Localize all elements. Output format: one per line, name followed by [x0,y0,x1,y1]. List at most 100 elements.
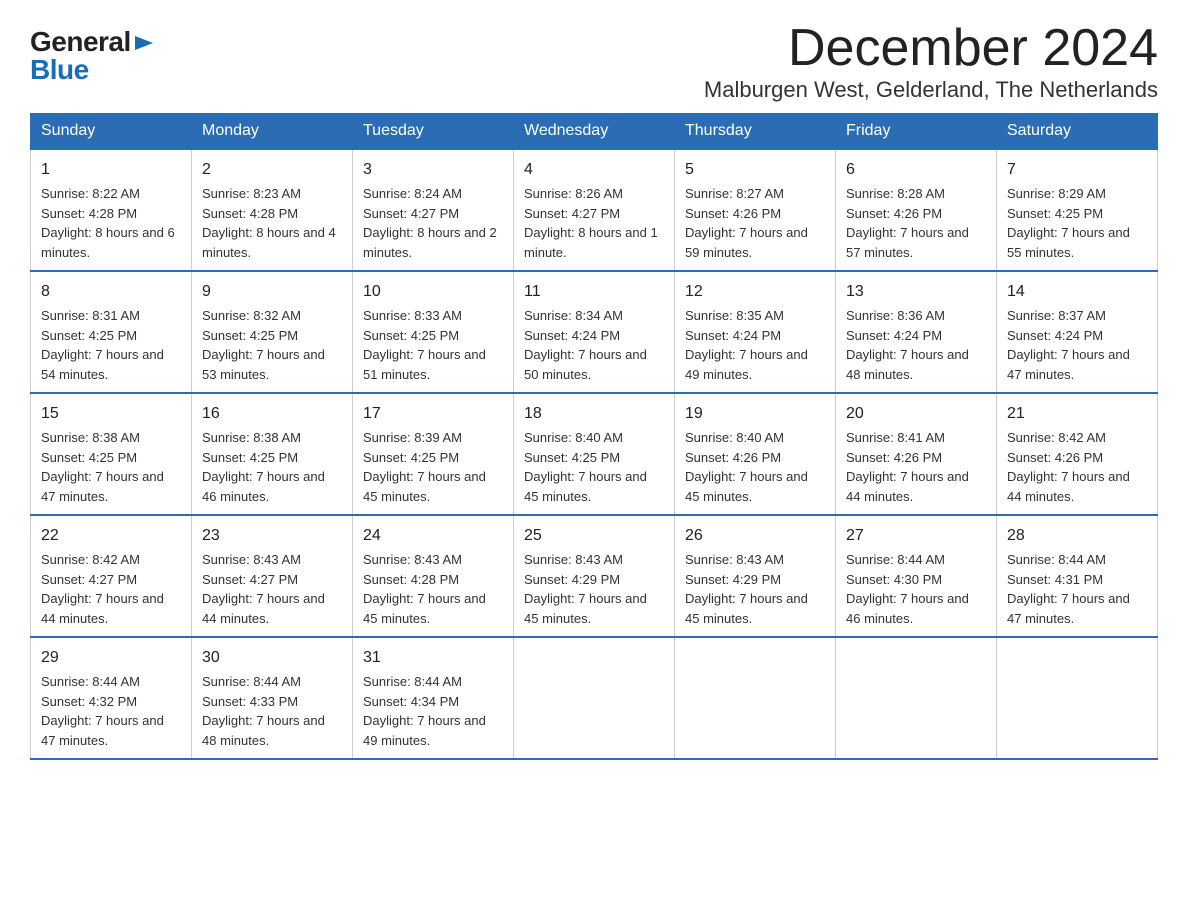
sunrise-label: Sunrise: 8:44 AM [41,674,140,689]
calendar-cell: 18 Sunrise: 8:40 AM Sunset: 4:25 PM Dayl… [514,393,675,515]
calendar-cell: 25 Sunrise: 8:43 AM Sunset: 4:29 PM Dayl… [514,515,675,637]
daylight-label: Daylight: 7 hours and 44 minutes. [1007,469,1130,504]
day-number: 20 [846,402,986,426]
sunset-label: Sunset: 4:27 PM [202,572,298,587]
daylight-label: Daylight: 7 hours and 51 minutes. [363,347,486,382]
week-row-2: 8 Sunrise: 8:31 AM Sunset: 4:25 PM Dayli… [31,271,1158,393]
sunset-label: Sunset: 4:25 PM [41,450,137,465]
sunrise-label: Sunrise: 8:42 AM [1007,430,1106,445]
day-number: 14 [1007,280,1147,304]
sunrise-label: Sunrise: 8:44 AM [1007,552,1106,567]
sunrise-label: Sunrise: 8:38 AM [41,430,140,445]
week-row-1: 1 Sunrise: 8:22 AM Sunset: 4:28 PM Dayli… [31,149,1158,271]
daylight-label: Daylight: 7 hours and 44 minutes. [41,591,164,626]
day-number: 7 [1007,158,1147,182]
sunset-label: Sunset: 4:25 PM [202,450,298,465]
sunset-label: Sunset: 4:24 PM [524,328,620,343]
sunrise-label: Sunrise: 8:44 AM [363,674,462,689]
daylight-label: Daylight: 7 hours and 47 minutes. [1007,347,1130,382]
sunset-label: Sunset: 4:31 PM [1007,572,1103,587]
calendar-cell [675,637,836,759]
daylight-label: Daylight: 7 hours and 45 minutes. [524,591,647,626]
header-wednesday: Wednesday [514,114,675,150]
day-number: 26 [685,524,825,548]
day-number: 12 [685,280,825,304]
daylight-label: Daylight: 7 hours and 50 minutes. [524,347,647,382]
calendar-cell: 8 Sunrise: 8:31 AM Sunset: 4:25 PM Dayli… [31,271,192,393]
sunrise-label: Sunrise: 8:44 AM [846,552,945,567]
daylight-label: Daylight: 7 hours and 57 minutes. [846,225,969,260]
calendar-cell: 15 Sunrise: 8:38 AM Sunset: 4:25 PM Dayl… [31,393,192,515]
sunset-label: Sunset: 4:29 PM [524,572,620,587]
sunset-label: Sunset: 4:25 PM [1007,206,1103,221]
header-sunday: Sunday [31,114,192,150]
sunset-label: Sunset: 4:33 PM [202,694,298,709]
calendar-cell: 30 Sunrise: 8:44 AM Sunset: 4:33 PM Dayl… [192,637,353,759]
sunset-label: Sunset: 4:25 PM [524,450,620,465]
day-number: 2 [202,158,342,182]
calendar-cell: 11 Sunrise: 8:34 AM Sunset: 4:24 PM Dayl… [514,271,675,393]
daylight-label: Daylight: 7 hours and 49 minutes. [363,713,486,748]
calendar-cell: 17 Sunrise: 8:39 AM Sunset: 4:25 PM Dayl… [353,393,514,515]
calendar-cell: 7 Sunrise: 8:29 AM Sunset: 4:25 PM Dayli… [997,149,1158,271]
logo-blue: Blue [30,54,89,85]
daylight-label: Daylight: 7 hours and 49 minutes. [685,347,808,382]
daylight-label: Daylight: 7 hours and 45 minutes. [685,469,808,504]
day-number: 3 [363,158,503,182]
sunset-label: Sunset: 4:27 PM [524,206,620,221]
sunset-label: Sunset: 4:26 PM [846,206,942,221]
sunset-label: Sunset: 4:25 PM [202,328,298,343]
daylight-label: Daylight: 7 hours and 44 minutes. [846,469,969,504]
sunrise-label: Sunrise: 8:26 AM [524,186,623,201]
calendar-cell [514,637,675,759]
sunrise-label: Sunrise: 8:27 AM [685,186,784,201]
sunset-label: Sunset: 4:24 PM [685,328,781,343]
sunrise-label: Sunrise: 8:29 AM [1007,186,1106,201]
day-number: 18 [524,402,664,426]
daylight-label: Daylight: 7 hours and 45 minutes. [685,591,808,626]
daylight-label: Daylight: 7 hours and 53 minutes. [202,347,325,382]
day-number: 16 [202,402,342,426]
calendar-cell: 28 Sunrise: 8:44 AM Sunset: 4:31 PM Dayl… [997,515,1158,637]
daylight-label: Daylight: 7 hours and 45 minutes. [524,469,647,504]
day-number: 11 [524,280,664,304]
calendar-cell: 27 Sunrise: 8:44 AM Sunset: 4:30 PM Dayl… [836,515,997,637]
daylight-label: Daylight: 7 hours and 48 minutes. [846,347,969,382]
day-number: 8 [41,280,181,304]
sunset-label: Sunset: 4:27 PM [41,572,137,587]
day-number: 25 [524,524,664,548]
sunrise-label: Sunrise: 8:24 AM [363,186,462,201]
day-number: 29 [41,646,181,670]
daylight-label: Daylight: 8 hours and 6 minutes. [41,225,175,260]
header-saturday: Saturday [997,114,1158,150]
sunrise-label: Sunrise: 8:43 AM [202,552,301,567]
sunrise-label: Sunrise: 8:32 AM [202,308,301,323]
day-number: 9 [202,280,342,304]
daylight-label: Daylight: 8 hours and 2 minutes. [363,225,497,260]
calendar-cell: 31 Sunrise: 8:44 AM Sunset: 4:34 PM Dayl… [353,637,514,759]
day-number: 24 [363,524,503,548]
sunrise-label: Sunrise: 8:28 AM [846,186,945,201]
week-row-5: 29 Sunrise: 8:44 AM Sunset: 4:32 PM Dayl… [31,637,1158,759]
sunrise-label: Sunrise: 8:36 AM [846,308,945,323]
calendar-cell: 4 Sunrise: 8:26 AM Sunset: 4:27 PM Dayli… [514,149,675,271]
calendar-cell: 14 Sunrise: 8:37 AM Sunset: 4:24 PM Dayl… [997,271,1158,393]
daylight-label: Daylight: 7 hours and 47 minutes. [41,469,164,504]
sunset-label: Sunset: 4:32 PM [41,694,137,709]
calendar-cell [836,637,997,759]
header-monday: Monday [192,114,353,150]
sunrise-label: Sunrise: 8:34 AM [524,308,623,323]
daylight-label: Daylight: 7 hours and 44 minutes. [202,591,325,626]
calendar-cell: 13 Sunrise: 8:36 AM Sunset: 4:24 PM Dayl… [836,271,997,393]
daylight-label: Daylight: 7 hours and 46 minutes. [202,469,325,504]
calendar-cell [997,637,1158,759]
sunrise-label: Sunrise: 8:40 AM [524,430,623,445]
sunrise-label: Sunrise: 8:31 AM [41,308,140,323]
day-number: 15 [41,402,181,426]
daylight-label: Daylight: 7 hours and 59 minutes. [685,225,808,260]
calendar-cell: 22 Sunrise: 8:42 AM Sunset: 4:27 PM Dayl… [31,515,192,637]
sunset-label: Sunset: 4:24 PM [846,328,942,343]
calendar-cell: 10 Sunrise: 8:33 AM Sunset: 4:25 PM Dayl… [353,271,514,393]
calendar-cell: 12 Sunrise: 8:35 AM Sunset: 4:24 PM Dayl… [675,271,836,393]
logo: General Blue [30,28,155,84]
